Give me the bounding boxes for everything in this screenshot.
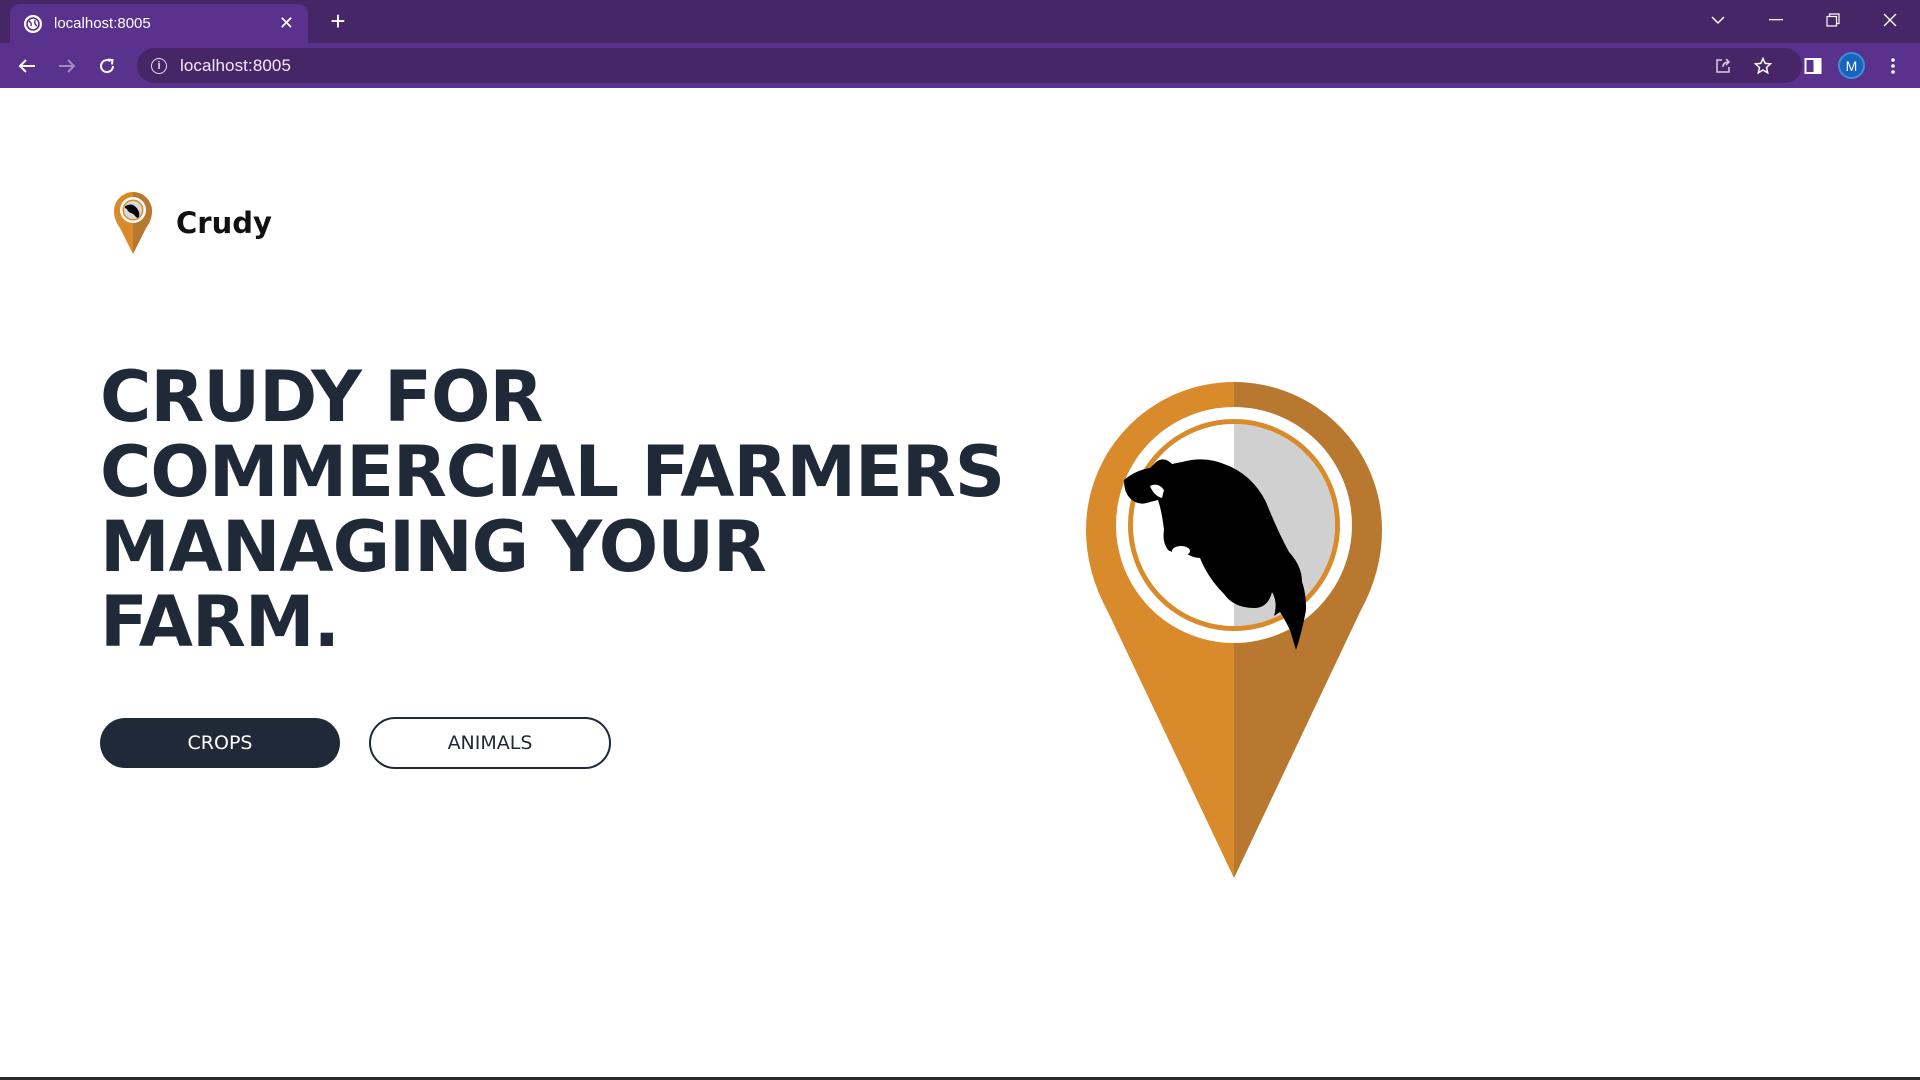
address-bar[interactable]: i localhost:8005 <box>137 48 1802 83</box>
hero-title-line: FARM. <box>100 581 340 663</box>
cow-location-pin-icon <box>1086 382 1382 878</box>
restore-icon[interactable] <box>1810 4 1856 36</box>
back-arrow-icon[interactable] <box>11 50 43 82</box>
tab-search-icon[interactable] <box>1695 4 1741 36</box>
brand-logo-link[interactable]: Crudy <box>112 190 272 256</box>
new-tab-button[interactable]: + <box>323 5 353 37</box>
bookmark-star-icon[interactable] <box>1747 50 1779 82</box>
hero-title-line: CRUDY FOR <box>100 356 543 438</box>
globe-icon <box>24 14 42 33</box>
hero-title: CRUDY FOR COMMERCIAL FARMERS MANAGING YO… <box>100 356 1005 663</box>
minimize-icon[interactable] <box>1753 4 1799 36</box>
url-text: localhost:8005 <box>180 55 292 75</box>
animals-button[interactable]: ANIMALS <box>369 717 611 769</box>
side-panel-icon[interactable] <box>1797 50 1829 82</box>
site-info-icon[interactable]: i <box>151 57 167 74</box>
profile-avatar[interactable]: M <box>1838 52 1865 79</box>
crops-button[interactable]: CROPS <box>100 718 340 768</box>
close-window-icon[interactable] <box>1867 4 1913 36</box>
browser-tab[interactable]: localhost:8005 ✕ <box>10 4 308 43</box>
share-icon[interactable] <box>1707 50 1739 82</box>
crudy-logo-icon <box>114 192 152 254</box>
hero-title-line: COMMERCIAL FARMERS <box>100 431 1005 513</box>
forward-arrow-icon[interactable] <box>51 50 83 82</box>
menu-kebab-icon[interactable] <box>1877 50 1909 82</box>
browser-toolbar: i localhost:8005 M <box>0 43 1920 88</box>
browser-titlebar: localhost:8005 ✕ + <box>0 0 1920 43</box>
tab-title: localhost:8005 <box>54 15 151 32</box>
brand-name: Crudy <box>176 206 272 240</box>
hero-title-line: MANAGING YOUR <box>100 506 767 588</box>
reload-icon[interactable] <box>91 50 123 82</box>
close-tab-icon[interactable]: ✕ <box>279 13 294 34</box>
